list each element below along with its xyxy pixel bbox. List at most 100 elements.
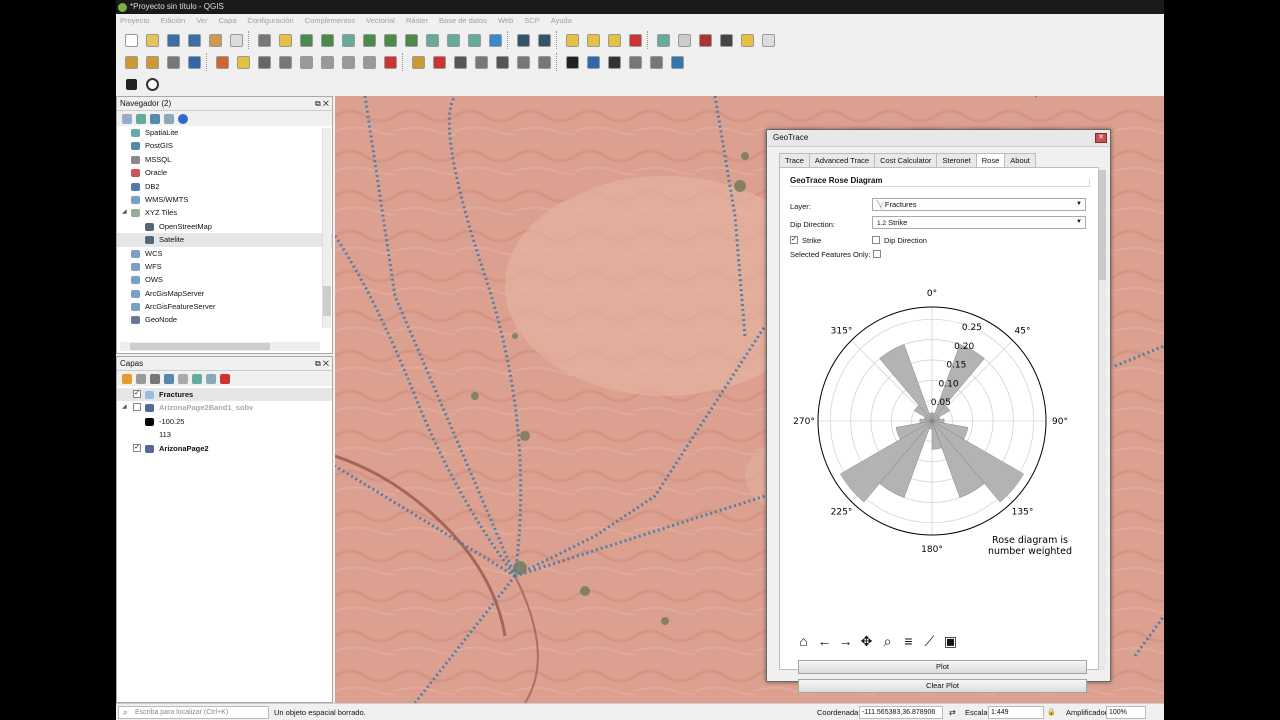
navigator-item[interactable]: SpatiaLite	[117, 126, 332, 139]
navigator-hscrollbar[interactable]	[120, 342, 320, 351]
toolbar-button[interactable]	[493, 53, 511, 71]
filter-expression-icon[interactable]	[178, 373, 188, 384]
menu-ver[interactable]: Ver	[196, 14, 207, 28]
navigator-item[interactable]: MSSQL	[117, 153, 332, 166]
forward-arrow-icon[interactable]: →	[837, 633, 854, 650]
plot-button[interactable]: Plot	[798, 660, 1087, 674]
toolbar-button[interactable]	[339, 31, 357, 49]
toolbar-button[interactable]	[143, 31, 161, 49]
toolbar-button[interactable]	[514, 31, 532, 49]
toolbar-button[interactable]	[626, 31, 644, 49]
add-group-icon[interactable]	[136, 373, 146, 384]
layer-checkbox[interactable]: ✓	[133, 390, 141, 398]
toolbar-button[interactable]	[255, 31, 273, 49]
toolbar-button[interactable]	[213, 53, 231, 71]
collapse-icon[interactable]	[164, 113, 174, 124]
toolbar-button[interactable]	[605, 53, 623, 71]
toolbar-button[interactable]	[185, 31, 203, 49]
hscroll-thumb[interactable]	[130, 343, 270, 350]
locator-input[interactable]: ⌕ Escriba para localizar (Ctrl+K)	[118, 706, 269, 719]
menu-complementos[interactable]: Complementos	[305, 14, 355, 28]
menu-edicion[interactable]: Edición	[161, 14, 186, 28]
toolbar-button[interactable]	[563, 53, 581, 71]
navigator-item[interactable]: GeoNode	[117, 313, 332, 326]
tab-advanced-trace[interactable]: Advanced Trace	[808, 153, 876, 167]
toolbar-button[interactable]	[584, 31, 602, 49]
toolbar-button[interactable]	[465, 31, 483, 49]
toolbar-button[interactable]	[654, 31, 672, 49]
toolbar-button[interactable]	[234, 53, 252, 71]
toolbar-button[interactable]	[563, 31, 581, 49]
tab-rose[interactable]: Rose	[975, 153, 1006, 168]
zoom-icon[interactable]: ⌕	[879, 633, 896, 650]
toolbar-button[interactable]	[451, 53, 469, 71]
magnifier-field[interactable]: 100%	[1106, 706, 1146, 719]
panel-close-icon[interactable]: ⧉ ✕	[315, 357, 329, 371]
toolbar-button[interactable]	[276, 53, 294, 71]
scp-plugin-button[interactable]	[122, 75, 140, 93]
tab-about[interactable]: About	[1004, 153, 1036, 167]
toolbar-button[interactable]	[227, 31, 245, 49]
clear-plot-button[interactable]: Clear Plot	[798, 679, 1087, 693]
toolbar-button[interactable]	[381, 53, 399, 71]
tab-cost-calculator[interactable]: Cost Calculator	[874, 153, 938, 167]
scale-field[interactable]: 1:449	[988, 706, 1044, 719]
toolbar-button[interactable]	[360, 31, 378, 49]
dip-direction-checkbox[interactable]	[872, 236, 880, 244]
toolbar-button[interactable]	[535, 53, 553, 71]
dialog-scrollbar[interactable]	[1099, 170, 1106, 670]
toolbar-button[interactable]	[444, 31, 462, 49]
filter-icon[interactable]	[150, 113, 160, 124]
menu-base-de-datos[interactable]: Base de datos	[439, 14, 487, 28]
filter-icon[interactable]	[164, 373, 174, 384]
layer-item-fractures[interactable]: ✓ Fractures	[117, 388, 332, 402]
toolbar-button[interactable]	[318, 31, 336, 49]
navigator-item[interactable]: OpenStreetMap	[117, 220, 332, 233]
toolbar-button[interactable]	[255, 53, 273, 71]
navigator-item[interactable]: ArcGisFeatureServer	[117, 300, 332, 313]
scroll-thumb[interactable]	[323, 286, 331, 316]
menu-proyecto[interactable]: Proyecto	[120, 14, 150, 28]
toolbar-button[interactable]	[409, 53, 427, 71]
toolbar-button[interactable]	[472, 53, 490, 71]
save-figure-icon[interactable]: ▣	[942, 633, 959, 650]
menu-web[interactable]: Web	[498, 14, 513, 28]
toolbar-button[interactable]	[584, 53, 602, 71]
expand-icon[interactable]	[192, 373, 202, 384]
menu-ayuda[interactable]: Ayuda	[551, 14, 572, 28]
navigator-item[interactable]: WMS/WMTS	[117, 193, 332, 206]
navigator-item[interactable]: OWS	[117, 273, 332, 286]
geotrace-button[interactable]	[143, 75, 161, 93]
toolbar-button[interactable]	[486, 31, 504, 49]
layer-checkbox[interactable]: ✓	[133, 443, 141, 452]
toolbar-button[interactable]	[164, 53, 182, 71]
toolbar-button[interactable]	[738, 31, 756, 49]
navigator-item[interactable]: ◢ XYZ Tiles	[117, 206, 332, 219]
navigator-scrollbar[interactable]	[322, 128, 331, 328]
toolbar-button[interactable]	[276, 31, 294, 49]
navigator-item[interactable]: WCS	[117, 247, 332, 260]
toolbar-button[interactable]	[717, 31, 735, 49]
selected-features-checkbox[interactable]	[873, 250, 881, 258]
toolbar-button[interactable]	[122, 31, 140, 49]
navigator-item[interactable]: PostGIS	[117, 139, 332, 152]
toolbar-button[interactable]	[759, 31, 777, 49]
toolbar-button[interactable]	[514, 53, 532, 71]
toolbar-button[interactable]	[360, 53, 378, 71]
dialog-scroll-thumb[interactable]	[1099, 170, 1106, 280]
extent-toggle-icon[interactable]: ⇄	[949, 704, 956, 720]
close-icon[interactable]: ✕	[1095, 133, 1107, 143]
toolbar-button[interactable]	[430, 53, 448, 71]
pan-icon[interactable]: ✥	[858, 633, 875, 650]
navigator-item[interactable]: DB2	[117, 180, 332, 193]
style-icon[interactable]	[122, 373, 132, 384]
menu-capa[interactable]: Capa	[218, 14, 236, 28]
subplots-config-icon[interactable]: ≡	[900, 633, 917, 650]
expand-arrow-icon[interactable]: ◢	[122, 401, 127, 414]
toolbar-button[interactable]	[318, 53, 336, 71]
coordinate-field[interactable]: -111.565383,36.878906	[859, 706, 943, 719]
eye-icon[interactable]	[150, 373, 160, 384]
toolbar-button[interactable]	[206, 31, 224, 49]
tab-steronet[interactable]: Steronet	[936, 153, 977, 167]
layer-item-raster-band[interactable]: ◢ ArizonaPage2Band1_sobv	[117, 401, 332, 414]
